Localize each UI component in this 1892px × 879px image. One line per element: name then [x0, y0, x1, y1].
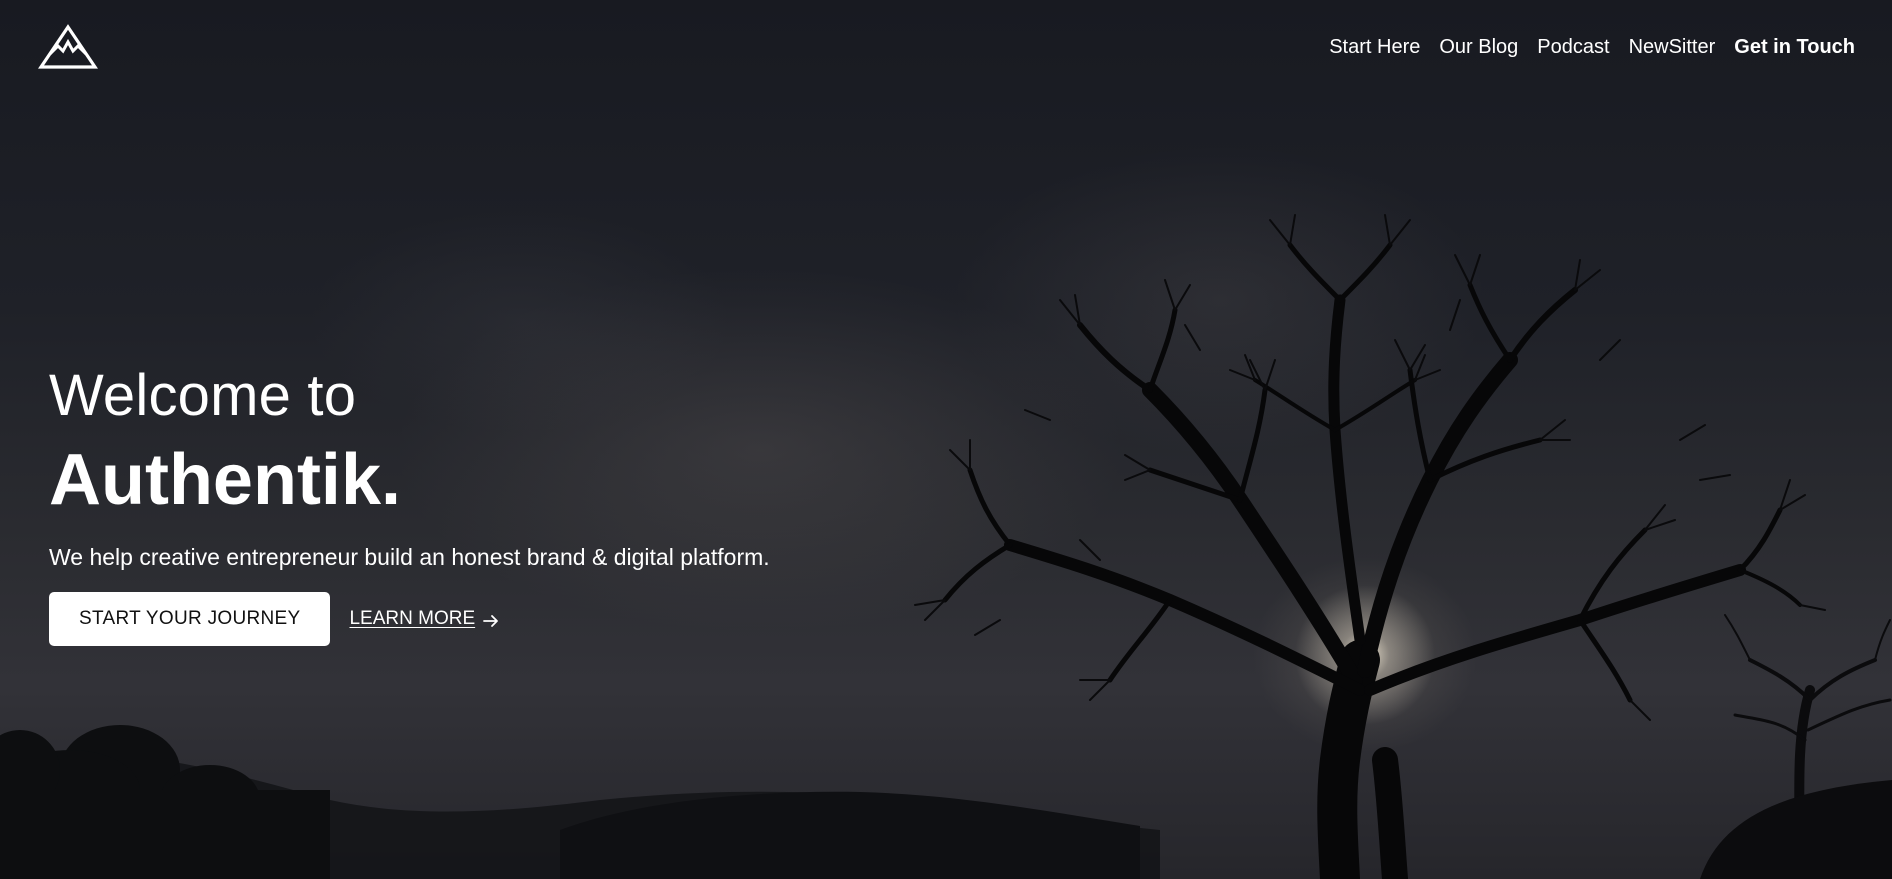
- hero-welcome-text: Welcome to: [49, 363, 357, 428]
- main-nav: Start Here Our Blog Podcast NewSitter Ge…: [1329, 34, 1855, 60]
- arrow-right-icon: [483, 612, 499, 627]
- mountain-logo-icon[interactable]: [37, 24, 99, 70]
- hero-tagline: We help creative entrepreneur build an h…: [49, 544, 770, 570]
- site-header: Start Here Our Blog Podcast NewSitter Ge…: [0, 0, 1892, 96]
- hero-actions: START YOUR JOURNEY LEARN MORE: [49, 592, 949, 646]
- nav-start-here[interactable]: Start Here: [1329, 34, 1420, 60]
- hero-content: Welcome to Authentik. We help creative e…: [49, 362, 949, 646]
- nav-newsitter[interactable]: NewSitter: [1629, 34, 1716, 60]
- nav-our-blog[interactable]: Our Blog: [1439, 34, 1518, 60]
- hero-brand-title: Authentik.: [49, 440, 401, 520]
- start-your-journey-button[interactable]: START YOUR JOURNEY: [49, 592, 331, 646]
- learn-more-label: LEARN MORE: [349, 608, 476, 629]
- learn-more-link[interactable]: LEARN MORE: [349, 608, 499, 630]
- nav-get-in-touch[interactable]: Get in Touch: [1734, 34, 1855, 60]
- hero-section: Start Here Our Blog Podcast NewSitter Ge…: [0, 0, 1892, 879]
- nav-podcast[interactable]: Podcast: [1537, 34, 1609, 60]
